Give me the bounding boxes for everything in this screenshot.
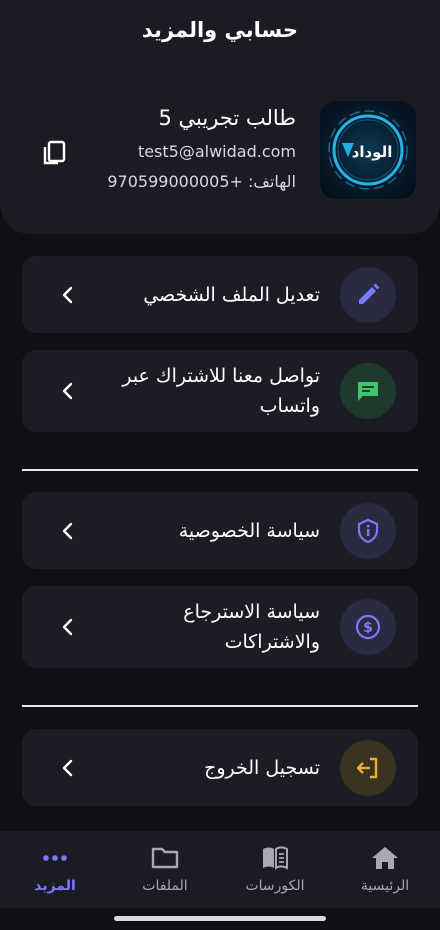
profile-phone: الهاتف: +970599000005 — [107, 172, 296, 191]
pencil-icon — [340, 266, 396, 323]
folder-icon — [151, 847, 179, 869]
menu-item-whatsapp[interactable]: تواصل معنا للاشتراك عبر واتساب — [22, 350, 418, 432]
book-icon — [263, 846, 288, 870]
logo-wordmark: الوداد — [352, 143, 393, 161]
profile-name: طالب تجريبي 5 — [158, 106, 296, 130]
tab-home-label: الرئيسية — [360, 878, 410, 894]
tab-more-label: المزيد — [34, 878, 76, 894]
tab-more[interactable]: المزيد — [0, 831, 110, 908]
chat-icon — [340, 363, 396, 419]
more-dots-icon — [43, 855, 67, 861]
menu-item-refund-policy[interactable]: $ سياسة الاسترجاع والاشتراكات — [22, 586, 418, 668]
bottom-tab-bar: الرئيسية الكورسات الملفات المزيد — [0, 831, 440, 908]
chevron-left-icon — [62, 382, 73, 400]
copy-icon[interactable] — [40, 138, 68, 166]
page-title: حسابي والمزيد — [141, 18, 299, 42]
section-divider — [22, 469, 418, 471]
tab-files-label: الملفات — [142, 878, 188, 894]
shield-info-icon — [340, 502, 396, 559]
section-divider — [22, 705, 418, 707]
tab-courses[interactable]: الكورسات — [220, 831, 330, 908]
tab-courses-label: الكورسات — [245, 878, 305, 894]
menu-label-whatsapp: تواصل معنا للاشتراك عبر واتساب — [122, 365, 320, 417]
profile-email: test5@alwidad.com — [137, 142, 296, 161]
chevron-left-icon — [62, 618, 73, 636]
menu-label-logout: تسجيل الخروج — [204, 756, 320, 779]
svg-text:$: $ — [363, 620, 373, 636]
chevron-left-icon — [62, 522, 73, 539]
menu-label-refund-policy: سياسة الاسترجاع والاشتراكات — [183, 601, 320, 653]
dollar-circle-icon: $ — [340, 599, 396, 655]
app-logo: الوداد — [320, 101, 416, 199]
home-icon — [372, 847, 398, 869]
menu-item-edit-profile[interactable]: تعديل الملف الشخصي — [22, 256, 418, 333]
logout-icon — [340, 739, 396, 796]
menu-label-edit-profile: تعديل الملف الشخصي — [143, 283, 320, 306]
chevron-left-icon — [62, 759, 73, 776]
tab-home[interactable]: الرئيسية — [330, 831, 440, 908]
tab-files[interactable]: الملفات — [110, 831, 220, 908]
menu-item-logout[interactable]: تسجيل الخروج — [22, 729, 418, 806]
chevron-left-icon — [62, 286, 73, 303]
home-indicator[interactable] — [114, 916, 326, 921]
menu-label-privacy-policy: سياسة الخصوصية — [178, 519, 320, 542]
menu-item-privacy-policy[interactable]: سياسة الخصوصية — [22, 492, 418, 569]
